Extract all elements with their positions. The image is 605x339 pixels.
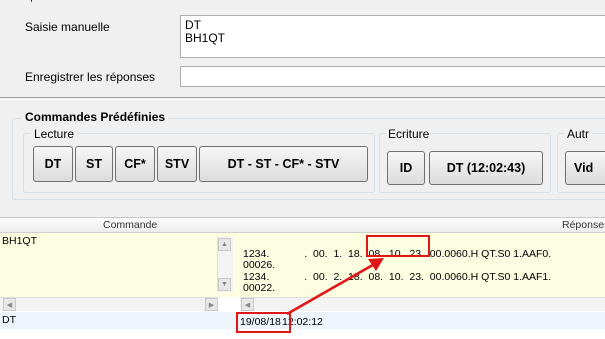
annotation-arrow-icon — [286, 258, 384, 316]
